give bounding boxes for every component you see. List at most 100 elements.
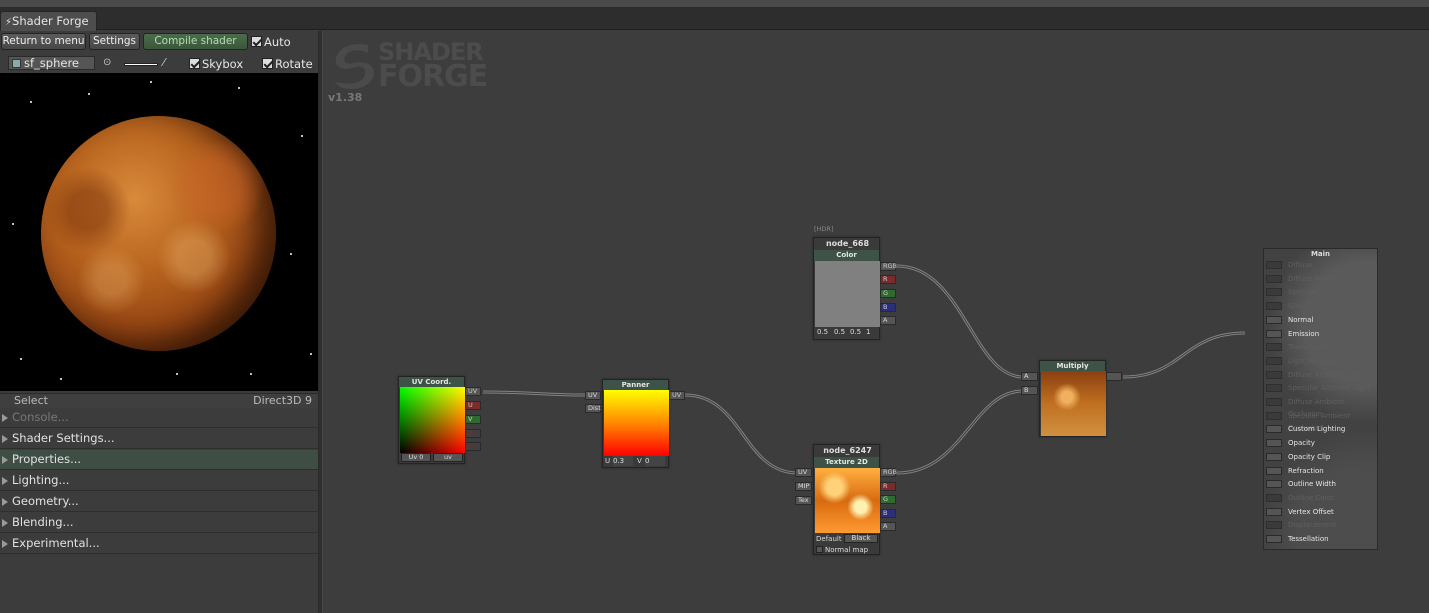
normal-map-checkbox[interactable]: Normal map [816, 545, 868, 555]
color-b-field[interactable]: 0.5 [850, 327, 861, 337]
main-input-port[interactable] [1266, 425, 1282, 434]
section-shader-settings[interactable]: Shader Settings... [0, 429, 318, 449]
main-input-port[interactable] [1266, 315, 1282, 324]
panner-uv-out-port[interactable]: UV [669, 391, 685, 400]
section-lighting[interactable]: Lighting... [0, 471, 318, 491]
panner-uv-in-port[interactable]: UV [585, 391, 601, 400]
main-input-row[interactable]: Diffuse Ambient Light [1266, 369, 1376, 381]
panner-v-field[interactable]: 0 [645, 456, 665, 466]
background-color-swatch[interactable] [124, 63, 158, 66]
main-input-port[interactable] [1266, 493, 1282, 502]
main-input-port[interactable] [1266, 398, 1282, 406]
u-out-port[interactable]: U [465, 401, 481, 410]
texture-r-port[interactable]: R [880, 482, 896, 491]
main-input-row[interactable]: Diffuse [1266, 259, 1376, 271]
main-input-row[interactable]: Transmission [1266, 341, 1376, 353]
main-input-port[interactable] [1266, 439, 1282, 448]
auto-checkbox[interactable]: Auto [251, 35, 291, 49]
main-input-row[interactable]: Specular [1266, 286, 1376, 298]
v-out-port[interactable]: V [465, 415, 481, 424]
panner-dist-in-port[interactable]: Dist [585, 404, 601, 413]
section-blending[interactable]: Blending... [0, 513, 318, 533]
main-input-row[interactable]: Diffuse Power [1266, 273, 1376, 285]
section-geometry[interactable]: Geometry... [0, 492, 318, 512]
uv-mode-select[interactable]: uv [433, 453, 463, 462]
texture-mip-in-port[interactable]: MIP [795, 482, 812, 491]
main-input-row[interactable]: Diffuse Ambient Occlusion [1266, 396, 1376, 418]
section-console[interactable]: Console... [0, 408, 318, 428]
texture-tex-in-port[interactable]: Tex [795, 496, 812, 505]
node-canvas[interactable]: SHADER FORGE v1.38 UV Coord. Uv 0 uv UV … [323, 31, 1429, 613]
texture-default-select[interactable]: Black [844, 534, 878, 543]
color-g-port[interactable]: G [880, 289, 896, 298]
texture-b-port[interactable]: B [880, 509, 896, 518]
main-input-port[interactable] [1266, 507, 1282, 516]
color-swatch[interactable] [815, 261, 880, 327]
main-input-port[interactable] [1266, 466, 1282, 475]
texture-g-port[interactable]: G [880, 495, 896, 504]
eyedropper-icon[interactable]: ⁄ [163, 56, 165, 69]
color-a-port[interactable]: A [880, 316, 896, 325]
main-input-row[interactable]: Specular Ambient Light [1266, 382, 1376, 394]
compile-shader-button[interactable]: Compile shader [143, 33, 248, 50]
settings-button[interactable]: Settings [89, 33, 140, 50]
texture-preview[interactable] [815, 468, 880, 533]
color-r-field[interactable]: 0.5 [817, 327, 828, 337]
node-texture-2d[interactable]: node_6247 Texture 2D Default Black Norma… [813, 444, 880, 555]
object-picker-icon[interactable]: ⊙ [103, 57, 111, 68]
main-input-row[interactable]: Outline Color [1266, 492, 1376, 504]
multiply-b-in-port[interactable]: B [1021, 386, 1038, 395]
section-experimental[interactable]: Experimental... [0, 534, 318, 554]
texture-a-port[interactable]: A [880, 522, 896, 531]
main-input-port[interactable] [1266, 329, 1282, 338]
main-input-row[interactable]: Opacity Clip [1266, 451, 1376, 463]
window-tab[interactable]: ⚡Shader Forge [0, 11, 97, 31]
main-input-row[interactable]: Outline Width [1266, 478, 1376, 490]
main-input-row[interactable]: Emission [1266, 328, 1376, 340]
section-properties[interactable]: Properties... [0, 450, 318, 470]
main-input-row[interactable]: Light Wrapping [1266, 355, 1376, 367]
main-input-port[interactable] [1266, 411, 1282, 420]
main-input-port[interactable] [1266, 288, 1282, 297]
texture-uv-in-port[interactable]: UV [795, 468, 812, 477]
main-input-port[interactable] [1266, 302, 1282, 311]
main-input-row[interactable]: Tessellation [1266, 533, 1376, 545]
color-rgb-port[interactable]: RGB [880, 262, 897, 271]
main-input-row[interactable]: Specular Ambient Occlusion [1266, 410, 1376, 432]
skybox-checkbox[interactable]: Skybox [189, 57, 243, 71]
color-g-field[interactable]: 0.5 [834, 327, 845, 337]
main-input-port[interactable] [1266, 370, 1282, 379]
main-input-port[interactable] [1266, 384, 1282, 393]
main-input-port[interactable] [1266, 480, 1282, 489]
main-input-row[interactable]: Gloss [1266, 300, 1376, 312]
select-label[interactable]: Select [14, 394, 48, 408]
node-panner[interactable]: Panner U 0.3 V 0 [602, 379, 669, 468]
uv-out-port[interactable]: UV [465, 387, 481, 396]
main-input-port[interactable] [1266, 343, 1282, 352]
preview-viewport[interactable] [0, 73, 318, 391]
main-input-row[interactable]: Displacement [1266, 519, 1376, 531]
main-input-port[interactable] [1266, 261, 1282, 269]
mesh-field[interactable]: sf_sphere [8, 56, 95, 70]
main-input-port[interactable] [1266, 521, 1282, 530]
main-input-row[interactable]: Opacity [1266, 437, 1376, 449]
color-a-field[interactable]: 1 [866, 327, 870, 337]
rotate-checkbox[interactable]: Rotate [262, 57, 313, 71]
multiply-out-port[interactable] [1106, 372, 1122, 381]
return-to-menu-button[interactable]: Return to menu [1, 33, 86, 50]
main-input-row[interactable]: Custom Lighting [1266, 423, 1376, 435]
color-r-port[interactable]: R [880, 275, 896, 284]
main-input-port[interactable] [1266, 274, 1282, 283]
uv-channel-select[interactable]: Uv 0 [401, 453, 431, 462]
z-out-port[interactable]: Z [465, 429, 481, 438]
main-input-port[interactable] [1266, 452, 1282, 461]
node-uv-coord[interactable]: UV Coord. Uv 0 uv [398, 376, 465, 464]
multiply-a-in-port[interactable]: A [1021, 372, 1038, 381]
main-input-port[interactable] [1266, 535, 1282, 543]
main-input-row[interactable]: Vertex Offset [1266, 506, 1376, 518]
node-multiply[interactable]: Multiply [1039, 360, 1106, 437]
w-out-port[interactable]: W [465, 442, 481, 451]
node-color[interactable]: node_668 Color 0.5 0.5 0.5 1 [813, 237, 880, 340]
main-input-port[interactable] [1266, 356, 1282, 365]
color-b-port[interactable]: B [880, 303, 896, 312]
